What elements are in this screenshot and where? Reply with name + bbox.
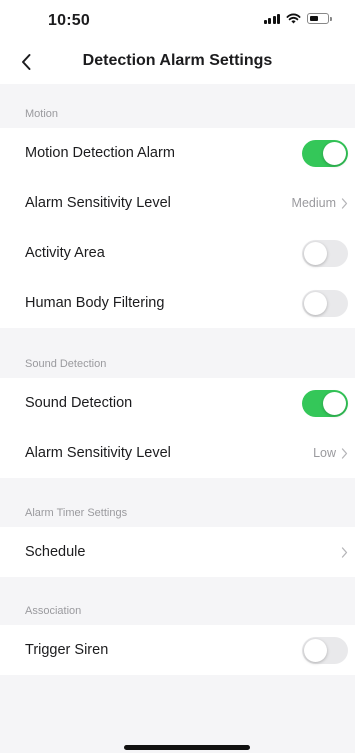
setting-row-activity-area: Activity Area [0, 228, 355, 278]
section-association: Trigger Siren [0, 625, 355, 675]
alarm-sensitivity-value[interactable]: Medium [292, 196, 348, 210]
setting-row-motion-detection-alarm: Motion Detection Alarm [0, 128, 355, 178]
chevron-right-icon [341, 197, 348, 209]
alarm-sensitivity-value[interactable]: Low [313, 446, 348, 460]
sensitivity-value-text: Medium [291, 196, 336, 210]
setting-label: Schedule [25, 544, 86, 560]
activity-area-toggle[interactable] [302, 239, 348, 267]
section-header-motion: Motion [25, 108, 59, 120]
nav-bar: Detection Alarm Settings [0, 40, 355, 84]
page-title: Detection Alarm Settings [82, 52, 273, 69]
schedule-arrow[interactable] [341, 546, 348, 558]
status-icons [263, 13, 332, 24]
setting-label: Activity Area [25, 245, 105, 261]
setting-row-schedule[interactable]: Schedule [0, 527, 355, 577]
section-header-alarm-timer: Alarm Timer Settings [25, 507, 128, 519]
setting-row-sound-detection: Sound Detection [0, 378, 355, 428]
chevron-right-icon [341, 447, 348, 459]
status-bar: 10:50 [0, 0, 355, 40]
section-alarm-timer: Schedule [0, 527, 355, 577]
home-indicator [124, 745, 250, 750]
setting-row-alarm-sensitivity-motion[interactable]: Alarm Sensitivity Level Medium [0, 178, 355, 228]
setting-label: Alarm Sensitivity Level [25, 445, 171, 461]
battery-icon [307, 13, 332, 24]
setting-label: Trigger Siren [25, 642, 109, 658]
setting-label: Human Body Filtering [25, 295, 165, 311]
chevron-right-icon [341, 546, 348, 558]
setting-row-alarm-sensitivity-sound[interactable]: Alarm Sensitivity Level Low [0, 428, 355, 478]
sensitivity-value-text: Low [313, 446, 336, 460]
section-header-association: Association [25, 605, 82, 617]
setting-row-human-body-filtering: Human Body Filtering [0, 278, 355, 328]
motion-detection-alarm-toggle[interactable] [302, 139, 348, 167]
setting-label: Alarm Sensitivity Level [25, 195, 171, 211]
setting-label: Motion Detection Alarm [25, 145, 175, 161]
section-sound-detection: Sound Detection Alarm Sensitivity Level … [0, 378, 355, 478]
cellular-signal-icon [263, 13, 280, 24]
sound-detection-toggle[interactable] [302, 389, 348, 417]
wifi-icon [286, 13, 301, 24]
setting-label: Sound Detection [25, 395, 133, 411]
setting-row-trigger-siren: Trigger Siren [0, 625, 355, 675]
status-time: 10:50 [48, 12, 90, 29]
section-header-sound-detection: Sound Detection [25, 358, 107, 370]
trigger-siren-toggle[interactable] [302, 636, 348, 664]
section-motion: Motion Detection Alarm Alarm Sensitivity… [0, 128, 355, 328]
human-body-filtering-toggle[interactable] [302, 289, 348, 317]
